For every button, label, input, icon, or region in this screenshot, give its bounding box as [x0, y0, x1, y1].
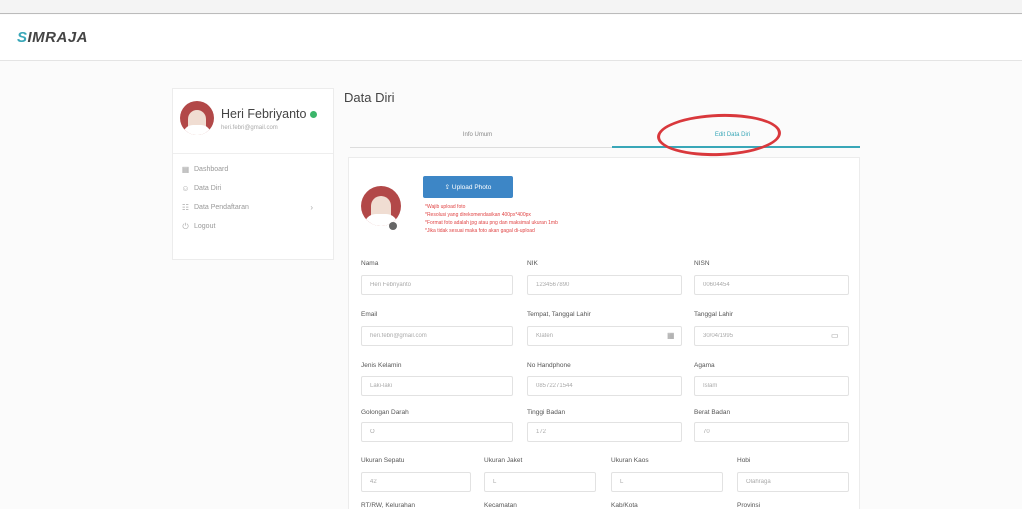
upload-note: *Jika tidak sesuai maka foto akan gagal …	[425, 228, 535, 234]
sidebar-item-data-pendaftaran[interactable]: ☷ Data Pendaftaran ›	[173, 198, 333, 217]
no-handphone-input[interactable]	[527, 376, 682, 396]
calendar-icon[interactable]: ▦	[667, 331, 675, 340]
email-input[interactable]	[361, 326, 513, 346]
upload-note: *Format foto adalah jpg atau png dan mak…	[425, 220, 558, 226]
tab-info-umum[interactable]: Info Umum	[350, 122, 605, 148]
berat-badan-label: Berat Badan	[694, 409, 731, 416]
calendar-icon[interactable]: ▭	[831, 331, 839, 340]
sidebar-item-data-diri[interactable]: ☺ Data Diri	[173, 179, 333, 198]
upload-notes: *Wajib upload foto *Resolusi yang direko…	[425, 203, 558, 235]
jenis-kelamin-label: Jenis Kelamin	[361, 362, 402, 369]
ukuran-kaos-label: Ukuran Kaos	[611, 457, 649, 464]
sidebar-item-label: Dashboard	[194, 166, 229, 173]
golongan-darah-label: Golongan Darah	[361, 409, 409, 416]
golongan-darah-input[interactable]	[361, 422, 513, 442]
tinggi-badan-input[interactable]	[527, 422, 682, 442]
avatar	[180, 101, 214, 135]
email-label: Email	[361, 311, 378, 318]
agama-label: Agama	[694, 362, 715, 369]
sidebar-item-label: Data Diri	[194, 185, 222, 192]
berat-badan-input[interactable]	[694, 422, 849, 442]
page-title: Data Diri	[344, 90, 395, 105]
annotation-circle	[656, 111, 782, 159]
nik-input[interactable]	[527, 275, 682, 295]
jenis-kelamin-input[interactable]	[361, 376, 513, 396]
ukuran-jaket-label: Ukuran Jaket	[484, 457, 523, 464]
tanggal-lahir-input[interactable]	[694, 326, 849, 346]
sidebar-item-label: Data Pendaftaran	[194, 204, 249, 211]
sidebar-item-logout[interactable]: ⏻ Logout	[173, 217, 333, 236]
ukuran-sepatu-input[interactable]	[361, 472, 471, 492]
hobi-label: Hobi	[737, 457, 751, 464]
upload-note: *Resolusi yang direkomendasikan 400px*40…	[425, 212, 531, 218]
sidebar-item-dashboard[interactable]: ▦ Dashboard	[173, 160, 333, 179]
nik-label: NIK	[527, 260, 538, 267]
nama-label: Nama	[361, 260, 379, 267]
ukuran-sepatu-label: Ukuran Sepatu	[361, 457, 405, 464]
profile-photo	[361, 186, 401, 226]
sidebar-item-label: Logout	[194, 223, 216, 230]
upload-note: *Wajib upload foto	[425, 204, 466, 210]
app-header: SIMRAJA	[0, 15, 1022, 61]
provinsi-label: Provinsi	[737, 502, 761, 509]
tanggal-lahir-label: Tanggal Lahir	[694, 311, 734, 318]
kab-kota-label: Kab/Kota	[611, 502, 638, 509]
profile-sidebar: Heri Febriyanto heri.febri@gmail.com ▦ D…	[172, 88, 334, 260]
logout-icon: ⏻	[182, 221, 189, 231]
tab-bar: Info Umum Edit Data Diri	[350, 122, 860, 148]
rt-rw-kelurahan-label: RT/RW, Kelurahan	[361, 502, 415, 509]
tinggi-badan-label: Tinggi Badan	[527, 409, 566, 416]
upload-photo-button[interactable]: ⇪ Upload Photo	[423, 176, 513, 198]
tempat-lahir-label: Tempat, Tanggal Lahir	[527, 311, 591, 318]
ukuran-kaos-input[interactable]	[611, 472, 723, 492]
chevron-right-icon: ›	[310, 203, 313, 212]
no-handphone-label: No Handphone	[527, 362, 571, 369]
user-email: heri.febri@gmail.com	[221, 125, 278, 131]
nama-input[interactable]	[361, 275, 513, 295]
profile-form-card: ⇪ Upload Photo *Wajib upload foto *Resol…	[348, 157, 860, 509]
online-status-icon	[310, 111, 318, 119]
user-icon: ☺	[181, 184, 190, 193]
list-icon: ☷	[181, 203, 190, 212]
user-name: Heri Febriyanto	[221, 107, 318, 121]
browser-top-strip	[0, 0, 1022, 14]
photo-edit-icon[interactable]	[389, 222, 397, 230]
hobi-input[interactable]	[737, 472, 849, 492]
agama-input[interactable]	[694, 376, 849, 396]
ukuran-jaket-input[interactable]	[484, 472, 596, 492]
tempat-lahir-input[interactable]	[527, 326, 682, 346]
app-logo[interactable]: SIMRAJA	[17, 29, 88, 46]
dashboard-icon: ▦	[181, 165, 190, 174]
kecamatan-label: Kecamatan	[484, 502, 517, 509]
sidebar-nav: ▦ Dashboard ☺ Data Diri ☷ Data Pendaftar…	[173, 153, 333, 236]
nisn-input[interactable]	[694, 275, 849, 295]
nisn-label: NISN	[694, 260, 710, 267]
